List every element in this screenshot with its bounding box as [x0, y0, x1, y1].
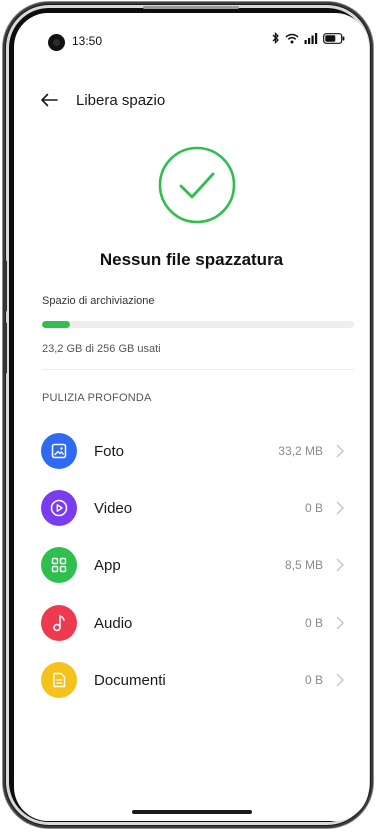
play-icon — [41, 490, 77, 526]
phone-frame: 13:50 Libera spazio Nessun file spazzatu… — [3, 2, 373, 828]
volume-down-button — [3, 322, 7, 374]
signal-icon — [304, 32, 318, 44]
chevron-right-icon — [336, 444, 344, 458]
home-indicator[interactable] — [132, 810, 252, 814]
status-time: 13:50 — [72, 34, 103, 48]
chevron-right-icon — [336, 616, 344, 630]
document-icon — [41, 662, 77, 698]
list-item-size: 0 B — [304, 501, 323, 515]
chevron-right-icon — [336, 501, 344, 515]
image-icon — [41, 433, 77, 469]
arrow-left-icon — [41, 93, 58, 107]
list-item-audio[interactable]: Audio 0 B — [14, 597, 369, 649]
chevron-right-icon — [336, 673, 344, 687]
music-note-icon — [41, 605, 77, 641]
list-item-size: 33,2 MB — [278, 444, 323, 458]
storage-progress-fill — [42, 321, 71, 328]
list-item-size: 0 B — [304, 673, 323, 687]
divider — [42, 369, 354, 370]
storage-label: Spazio di archiviazione — [42, 295, 155, 307]
status-icons — [272, 32, 345, 44]
list-item-label: Documenti — [94, 672, 166, 689]
storage-usage-text: 23,2 GB di 256 GB usati — [42, 343, 161, 355]
list-item-size: 0 B — [304, 616, 323, 630]
front-camera — [48, 34, 65, 51]
list-item-size: 8,5 MB — [284, 558, 323, 572]
list-item-documenti[interactable]: Documenti 0 B — [14, 654, 369, 706]
volume-up-button — [3, 260, 7, 312]
screen: 13:50 Libera spazio Nessun file spazzatu… — [14, 13, 369, 821]
battery-icon — [323, 32, 345, 44]
section-title: PULIZIA PROFONDA — [42, 392, 152, 404]
storage-progress-bar — [42, 321, 354, 328]
list-item-label: Audio — [94, 615, 133, 632]
page-title: Libera spazio — [76, 92, 166, 109]
list-item-video[interactable]: Video 0 B — [14, 482, 369, 534]
back-button[interactable] — [38, 89, 60, 111]
wifi-icon — [285, 33, 299, 43]
list-item-foto[interactable]: Foto 33,2 MB — [14, 425, 369, 477]
list-item-app[interactable]: App 8,5 MB — [14, 539, 369, 591]
list-item-label: Video — [94, 500, 133, 517]
speaker-grille — [143, 6, 239, 9]
chevron-right-icon — [336, 558, 344, 572]
check-circle-icon — [158, 146, 236, 224]
result-headline: Nessun file spazzatura — [99, 250, 284, 269]
apps-grid-icon — [41, 547, 77, 583]
list-item-label: Foto — [94, 443, 125, 460]
bluetooth-icon — [272, 32, 279, 44]
list-item-label: App — [94, 557, 121, 574]
